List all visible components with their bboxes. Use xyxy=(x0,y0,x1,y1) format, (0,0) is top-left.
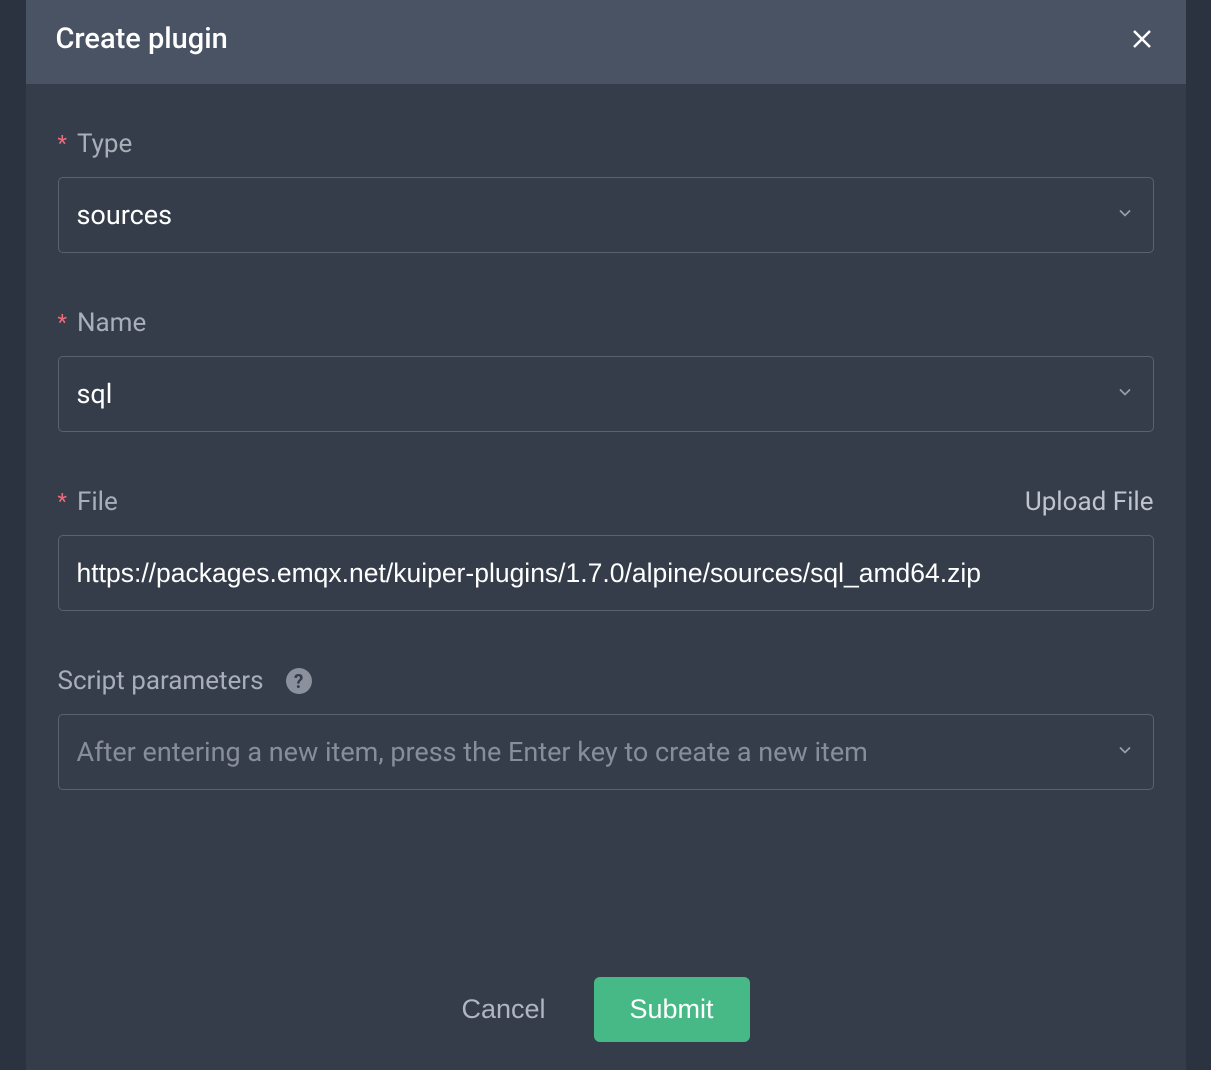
modal-footer: Cancel Submit xyxy=(26,977,1186,1042)
label-row-name: * Name xyxy=(58,308,1154,338)
type-label-text: Type xyxy=(77,129,132,159)
label-row-type: * Type xyxy=(58,129,1154,159)
script-parameters-label-text: Script parameters xyxy=(58,666,264,696)
close-button[interactable] xyxy=(1128,25,1156,53)
modal-header: Create plugin xyxy=(26,0,1186,84)
create-plugin-modal: Create plugin * Type sources xyxy=(26,0,1186,1070)
type-select[interactable]: sources xyxy=(58,177,1154,253)
name-label-text: Name xyxy=(77,308,146,338)
field-script-parameters: Script parameters ? After entering a new… xyxy=(58,666,1154,790)
chevron-down-icon xyxy=(1115,382,1135,406)
field-type: * Type sources xyxy=(58,129,1154,253)
name-label: * Name xyxy=(58,308,147,338)
file-input[interactable] xyxy=(77,558,1135,589)
upload-file-link[interactable]: Upload File xyxy=(1025,487,1154,517)
submit-button[interactable]: Submit xyxy=(594,977,750,1042)
script-parameters-input[interactable]: After entering a new item, press the Ent… xyxy=(58,714,1154,790)
required-asterisk: * xyxy=(58,311,67,336)
label-row-script: Script parameters ? xyxy=(58,666,1154,696)
cancel-button[interactable]: Cancel xyxy=(461,994,545,1025)
chevron-down-icon xyxy=(1115,740,1135,764)
file-label-text: File xyxy=(77,487,118,517)
close-icon xyxy=(1130,27,1154,51)
name-select-value: sql xyxy=(77,378,113,410)
modal-title: Create plugin xyxy=(56,22,228,56)
required-asterisk: * xyxy=(58,132,67,157)
help-icon[interactable]: ? xyxy=(286,668,312,694)
script-parameters-placeholder: After entering a new item, press the Ent… xyxy=(77,736,868,768)
file-input-wrap[interactable] xyxy=(58,535,1154,611)
script-parameters-label: Script parameters ? xyxy=(58,666,312,696)
type-select-value: sources xyxy=(77,199,173,231)
label-row-file: * File Upload File xyxy=(58,487,1154,517)
field-name: * Name sql xyxy=(58,308,1154,432)
type-label: * Type xyxy=(58,129,133,159)
field-file: * File Upload File xyxy=(58,487,1154,611)
name-select[interactable]: sql xyxy=(58,356,1154,432)
chevron-down-icon xyxy=(1115,203,1135,227)
file-label: * File xyxy=(58,487,118,517)
required-asterisk: * xyxy=(58,490,67,515)
modal-body: * Type sources * Name sql xyxy=(26,84,1186,790)
